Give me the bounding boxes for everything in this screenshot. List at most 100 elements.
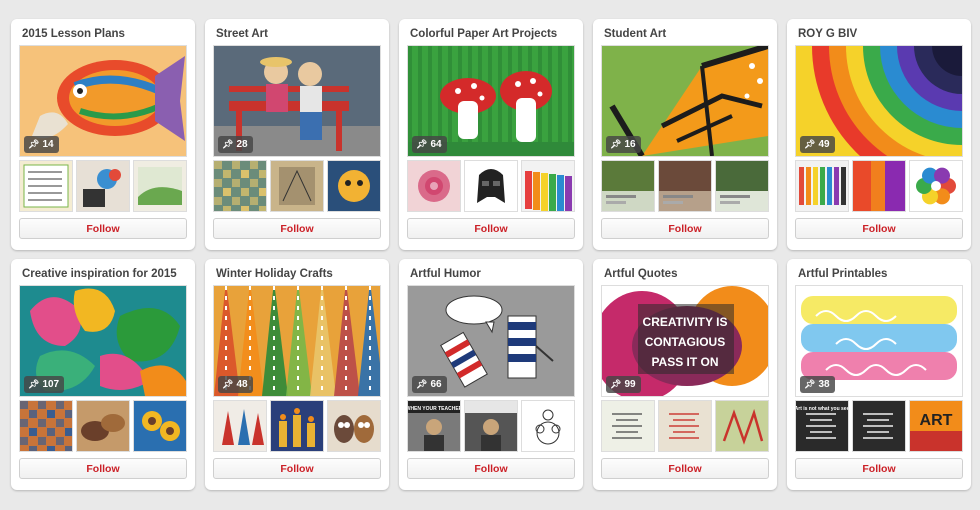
board-thumbnail[interactable]: [213, 160, 267, 212]
board-cover-image[interactable]: 📌︎ 38: [795, 285, 963, 397]
pin-count-value: 64: [430, 139, 442, 150]
follow-button[interactable]: Follow: [19, 218, 187, 239]
board-thumbnail[interactable]: [601, 400, 655, 452]
pin-count-badge: 📌︎ 28: [218, 136, 253, 153]
pin-count-badge: 📌︎ 66: [412, 376, 447, 393]
board-thumbnail[interactable]: [327, 400, 381, 452]
pin-icon: 📌︎: [416, 139, 428, 149]
follow-button[interactable]: Follow: [795, 218, 963, 239]
board-card-0[interactable]: 2015 Lesson Plans 📌︎ 14 Follow: [11, 19, 195, 250]
board-thumbnails: [19, 400, 187, 452]
board-thumbnail[interactable]: [270, 400, 324, 452]
board-thumbnail[interactable]: [852, 400, 906, 452]
follow-button[interactable]: Follow: [213, 218, 381, 239]
board-thumbnails: [213, 160, 381, 212]
board-title[interactable]: Winter Holiday Crafts: [216, 267, 381, 285]
follow-button[interactable]: Follow: [601, 458, 769, 479]
board-thumbnail[interactable]: [464, 160, 518, 212]
board-card-7[interactable]: Artful Humor 📌︎66 WHEN YOUR TEACHER Fol: [399, 259, 583, 490]
board-title[interactable]: Artful Quotes: [604, 267, 769, 285]
board-title[interactable]: Creative inspiration for 2015: [22, 267, 187, 285]
pin-count-badge: 📌︎ 14: [24, 136, 59, 153]
pin-icon: 📌︎: [28, 379, 40, 389]
board-thumbnail[interactable]: [521, 400, 575, 452]
board-thumbnails: [19, 160, 187, 212]
pin-icon: 📌︎: [610, 139, 622, 149]
board-thumbnail[interactable]: [76, 160, 130, 212]
board-thumbnail[interactable]: [270, 160, 324, 212]
board-thumbnail[interactable]: [715, 400, 769, 452]
board-thumbnail[interactable]: [213, 400, 267, 452]
board-title[interactable]: Artful Humor: [410, 267, 575, 285]
board-title[interactable]: ROY G BIV: [798, 27, 963, 45]
board-thumbnail[interactable]: [76, 400, 130, 452]
pin-count-badge: 📌︎ 48: [218, 376, 253, 393]
board-thumbnail[interactable]: [909, 160, 963, 212]
pin-count-value: 28: [236, 139, 248, 150]
board-title[interactable]: Student Art: [604, 27, 769, 45]
pin-icon: 📌︎: [28, 139, 40, 149]
board-thumbnail[interactable]: [133, 160, 187, 212]
follow-button[interactable]: Follow: [795, 458, 963, 479]
board-thumbnail[interactable]: [407, 160, 461, 212]
board-cover-image[interactable]: 📌︎ 14: [19, 45, 187, 157]
board-thumbnail[interactable]: [715, 160, 769, 212]
boards-grid: 2015 Lesson Plans 📌︎ 14 Follow Street Ar…: [11, 19, 971, 490]
board-card-1[interactable]: Street Art 📌︎ 28 Follow: [205, 19, 389, 250]
board-thumbnails: [601, 160, 769, 212]
pin-count-value: 38: [818, 379, 830, 390]
board-thumbnail[interactable]: [327, 160, 381, 212]
pin-count-value: 48: [236, 379, 248, 390]
cover-quote-line: PASS IT ON: [651, 355, 718, 369]
board-cover-image[interactable]: 📌︎ 16: [601, 45, 769, 157]
board-thumbnail[interactable]: [852, 160, 906, 212]
board-cover-image[interactable]: 📌︎ 66: [407, 285, 575, 397]
board-thumbnail[interactable]: [19, 160, 73, 212]
pin-count-badge: 📌︎ 99: [606, 376, 641, 393]
pin-count-value: 16: [624, 139, 636, 150]
cover-quote-line: CREATIVITY IS: [643, 315, 728, 329]
board-card-5[interactable]: Creative inspiration for 2015 📌︎ 107 Foll…: [11, 259, 195, 490]
board-thumbnail[interactable]: [658, 160, 712, 212]
follow-button[interactable]: Follow: [213, 458, 381, 479]
board-title[interactable]: Artful Printables: [798, 267, 963, 285]
board-thumbnails: [213, 400, 381, 452]
board-thumbnails: WHEN YOUR TEACHER: [407, 400, 575, 452]
board-thumbnail[interactable]: [658, 400, 712, 452]
follow-button[interactable]: Follow: [601, 218, 769, 239]
board-title[interactable]: Street Art: [216, 27, 381, 45]
board-card-8[interactable]: Artful Quotes CREATIVITY IS CONTAGIOUS PAS…: [593, 259, 777, 490]
board-thumbnail[interactable]: Art is not what you see: [795, 400, 849, 452]
board-cover-image[interactable]: CREATIVITY IS CONTAGIOUS PASS IT ON 📌︎ 99: [601, 285, 769, 397]
board-thumbnail[interactable]: WHEN YOUR TEACHER: [407, 400, 461, 452]
board-card-4[interactable]: ROY G BIV 📌︎ 49 Follow: [787, 19, 971, 250]
thumbnail-caption: WHEN YOUR TEACHER: [408, 406, 460, 412]
board-cover-image[interactable]: 📌︎ 107: [19, 285, 187, 397]
follow-button[interactable]: Follow: [19, 458, 187, 479]
board-thumbnail[interactable]: [133, 400, 187, 452]
board-card-6[interactable]: Winter Holiday Crafts 📌︎ 48 Follow: [205, 259, 389, 490]
pin-icon: 📌︎: [416, 379, 428, 389]
pin-icon: 📌︎: [610, 379, 622, 389]
board-cover-image[interactable]: 📌︎ 48: [213, 285, 381, 397]
board-cover-image[interactable]: 📌︎ 49: [795, 45, 963, 157]
pin-count-value: 66: [430, 379, 442, 390]
board-thumbnail[interactable]: [601, 160, 655, 212]
board-title[interactable]: Colorful Paper Art Projects: [410, 27, 575, 45]
board-thumbnail[interactable]: ART: [909, 400, 963, 452]
board-card-3[interactable]: Student Art 📌︎ 16 Follow: [593, 19, 777, 250]
pin-count-badge: 📌︎ 38: [800, 376, 835, 393]
board-card-2[interactable]: Colorful Paper Art Projects 📌︎ 64 Follow: [399, 19, 583, 250]
follow-button[interactable]: Follow: [407, 218, 575, 239]
follow-button[interactable]: Follow: [407, 458, 575, 479]
board-thumbnail[interactable]: [464, 400, 518, 452]
board-cover-image[interactable]: 📌︎ 64: [407, 45, 575, 157]
board-thumbnail[interactable]: [521, 160, 575, 212]
board-cover-image[interactable]: 📌︎ 28: [213, 45, 381, 157]
board-card-9[interactable]: Artful Printables 📌︎ 38 Art is not what y…: [787, 259, 971, 490]
board-thumbnails: [795, 160, 963, 212]
pin-count-value: 99: [624, 379, 636, 390]
board-thumbnail[interactable]: [19, 400, 73, 452]
board-title[interactable]: 2015 Lesson Plans: [22, 27, 187, 45]
board-thumbnail[interactable]: [795, 160, 849, 212]
